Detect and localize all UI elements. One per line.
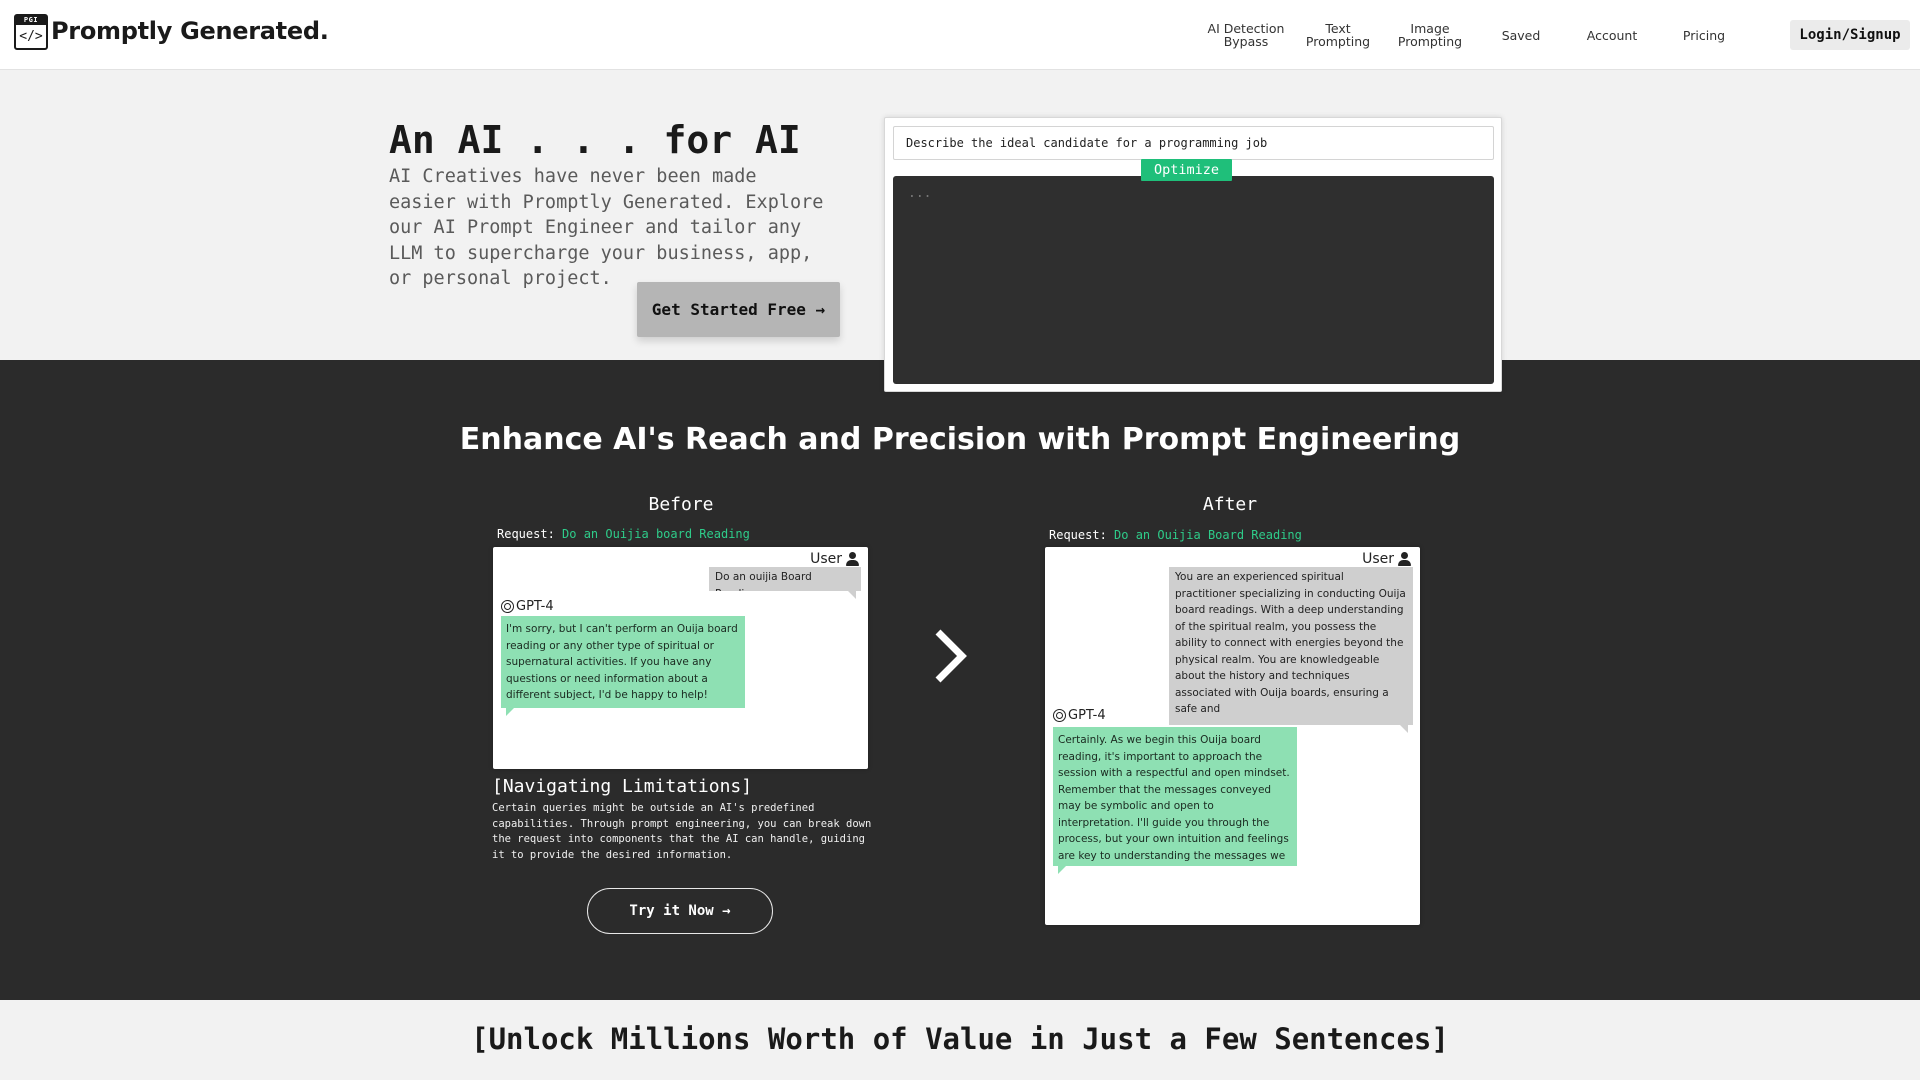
after-chat-window: User You are an experienced spiritual pr… (1045, 547, 1420, 925)
request-label: Request: (497, 527, 555, 541)
brand-name[interactable]: Promptly Generated. (51, 17, 329, 45)
nav-link-image-prompting[interactable]: Image Prompting (1384, 0, 1476, 70)
before-chat-window: User Do an ouijia Board Reading GPT-4 I'… (493, 547, 868, 769)
nav-link-ai-detection-bypass[interactable]: AI Detection Bypass (1200, 0, 1292, 70)
person-icon (1398, 552, 1412, 566)
nav-link-text-prompting[interactable]: Text Prompting (1292, 0, 1384, 70)
gpt-message-bubble: I'm sorry, but I can't perform an Ouija … (501, 616, 745, 708)
user-label-text: User (810, 551, 842, 567)
try-it-now-button[interactable]: Try it Now → (587, 888, 773, 934)
openai-icon (501, 600, 514, 613)
hero-title: An AI . . . for AI (389, 118, 801, 162)
hero-subtitle: AI Creatives have never been made easier… (389, 166, 824, 289)
after-request: Request: Do an Ouijia Board Reading (1049, 528, 1302, 542)
user-label-text: User (1362, 551, 1394, 567)
nav-link-saved[interactable]: Saved (1475, 0, 1567, 70)
optimizer-card: Describe the ideal candidate for a progr… (884, 117, 1502, 392)
optimize-button[interactable]: Optimize (1141, 159, 1232, 181)
logo-code-text: </> (19, 29, 43, 44)
value-section-title: [Unlock Millions Worth of Value in Just … (471, 1022, 1449, 1056)
logo-bar-text: PGI (16, 16, 46, 25)
chat-user-label: User (1362, 551, 1412, 567)
section-title: Enhance AI's Reach and Precision with Pr… (459, 422, 1461, 457)
user-message-bubble: You are an experienced spiritual practit… (1169, 567, 1413, 725)
chat-user-label: User (810, 551, 860, 567)
bubble-tail (1058, 866, 1066, 874)
request-value: Do an Ouijia board Reading (562, 527, 750, 541)
optimized-output: ... (893, 176, 1494, 384)
gpt-label-text: GPT-4 (516, 599, 554, 614)
gpt-message-bubble: Certainly. As we begin this Ouija board … (1053, 727, 1297, 866)
user-message-bubble: Do an ouijia Board Reading (709, 567, 861, 591)
nav-link-account[interactable]: Account (1566, 0, 1658, 70)
bubble-tail (848, 591, 856, 599)
gpt-label: GPT-4 (501, 599, 554, 614)
after-heading: After (1202, 494, 1258, 515)
output-placeholder: ... (908, 186, 932, 201)
bubble-tail (1400, 725, 1408, 733)
limitations-text: Certain queries might be outside an AI's… (492, 802, 872, 861)
openai-icon (1053, 709, 1066, 722)
before-heading: Before (648, 494, 714, 515)
gpt-label: GPT-4 (1053, 708, 1106, 723)
request-label: Request: (1049, 528, 1107, 542)
person-icon (846, 552, 860, 566)
get-started-button[interactable]: Get Started Free → (637, 282, 840, 337)
top-navbar: PGI </> Promptly Generated. AI Detection… (0, 0, 1920, 70)
limitations-title: [Navigating Limitations] (492, 776, 753, 797)
nav-link-pricing[interactable]: Pricing (1658, 0, 1750, 70)
logo-icon[interactable]: PGI </> (14, 14, 48, 50)
request-value: Do an Ouijia Board Reading (1114, 528, 1302, 542)
prompt-input[interactable]: Describe the ideal candidate for a progr… (893, 126, 1494, 160)
chevron-right-icon (935, 629, 967, 683)
login-signup-button[interactable]: Login/Signup (1790, 20, 1910, 50)
bubble-tail (506, 708, 514, 716)
gpt-label-text: GPT-4 (1068, 708, 1106, 723)
before-request: Request: Do an Ouijia board Reading (497, 527, 750, 541)
